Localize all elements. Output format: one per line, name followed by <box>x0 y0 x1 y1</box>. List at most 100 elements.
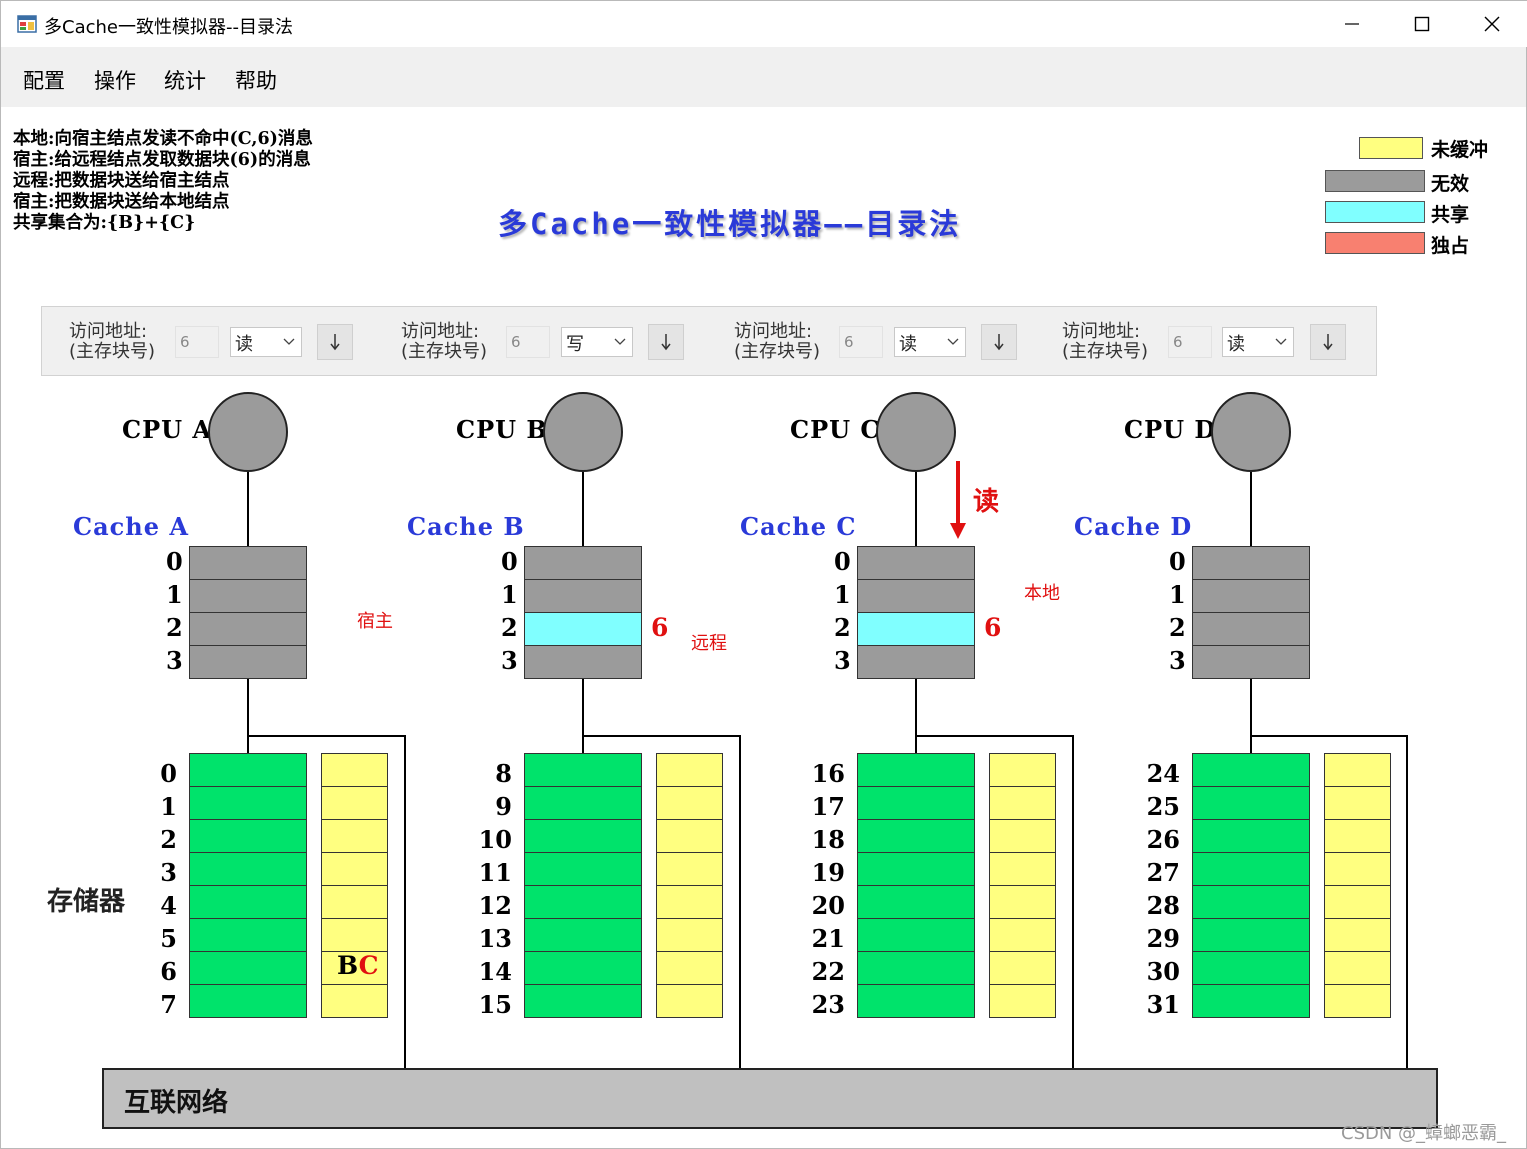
memory-block[interactable] <box>524 918 642 952</box>
memory-block[interactable] <box>524 786 642 820</box>
directory-entry[interactable] <box>321 852 388 886</box>
memory-block[interactable] <box>857 753 975 787</box>
memory-block[interactable] <box>857 786 975 820</box>
directory-entry[interactable] <box>1324 918 1391 952</box>
memory-block[interactable] <box>189 918 307 952</box>
directory-entry[interactable] <box>1324 951 1391 985</box>
directory-entry[interactable] <box>321 984 388 1018</box>
cache-line[interactable] <box>1192 612 1310 646</box>
memory-block[interactable] <box>189 819 307 853</box>
address-input-a[interactable]: 6 <box>175 326 219 358</box>
memory-block[interactable] <box>1192 786 1310 820</box>
memory-block[interactable] <box>524 819 642 853</box>
cache-line[interactable] <box>1192 579 1310 613</box>
directory-entry[interactable] <box>656 753 723 787</box>
menu-config[interactable]: 配置 <box>23 65 65 95</box>
directory-entry[interactable] <box>656 819 723 853</box>
directory-entry[interactable] <box>656 786 723 820</box>
cache-line[interactable] <box>1192 645 1310 679</box>
memory-block[interactable] <box>857 885 975 919</box>
address-input-b[interactable]: 6 <box>506 326 550 358</box>
cpu-node[interactable] <box>543 392 623 472</box>
menu-operate[interactable]: 操作 <box>94 65 136 95</box>
cache-line[interactable] <box>189 645 307 679</box>
cache-line[interactable] <box>524 579 642 613</box>
directory-entry[interactable] <box>656 852 723 886</box>
directory-entry[interactable] <box>989 918 1056 952</box>
address-input-d[interactable]: 6 <box>1168 326 1212 358</box>
directory-entry[interactable] <box>1324 984 1391 1018</box>
directory-entry[interactable] <box>1324 885 1391 919</box>
memory-block[interactable] <box>189 753 307 787</box>
memory-block[interactable] <box>189 885 307 919</box>
memory-block[interactable] <box>524 753 642 787</box>
memory-block[interactable] <box>857 951 975 985</box>
cache-line[interactable] <box>1192 546 1310 580</box>
cache-line[interactable] <box>857 546 975 580</box>
directory-entry[interactable] <box>989 951 1056 985</box>
directory-entry[interactable] <box>989 819 1056 853</box>
memory-block[interactable] <box>524 852 642 886</box>
operation-select-d[interactable]: 读 <box>1222 327 1294 357</box>
cache-line[interactable] <box>857 579 975 613</box>
execute-button-a[interactable] <box>317 324 353 360</box>
directory-entry[interactable] <box>656 885 723 919</box>
memory-block[interactable] <box>524 951 642 985</box>
memory-block[interactable] <box>1192 753 1310 787</box>
memory-block[interactable] <box>857 819 975 853</box>
directory-entry[interactable] <box>656 951 723 985</box>
directory-entry[interactable] <box>989 786 1056 820</box>
cache-line[interactable] <box>524 546 642 580</box>
directory-entry[interactable] <box>321 885 388 919</box>
cache-line[interactable] <box>857 645 975 679</box>
cache-line[interactable] <box>189 546 307 580</box>
cache-line[interactable] <box>857 612 975 646</box>
directory-entry[interactable] <box>321 918 388 952</box>
cache-line[interactable] <box>524 612 642 646</box>
directory-entry[interactable] <box>1324 786 1391 820</box>
memory-block[interactable] <box>1192 885 1310 919</box>
directory-entry[interactable] <box>1324 819 1391 853</box>
cpu-node[interactable] <box>876 392 956 472</box>
directory-entry[interactable] <box>989 984 1056 1018</box>
execute-button-b[interactable] <box>648 324 684 360</box>
memory-block[interactable] <box>189 951 307 985</box>
memory-block[interactable] <box>857 984 975 1018</box>
directory-entry[interactable] <box>1324 753 1391 787</box>
directory-entry[interactable] <box>656 918 723 952</box>
minimize-button[interactable] <box>1317 1 1387 47</box>
execute-button-c[interactable] <box>981 324 1017 360</box>
directory-entry[interactable] <box>989 753 1056 787</box>
memory-block[interactable] <box>1192 918 1310 952</box>
memory-block[interactable] <box>1192 819 1310 853</box>
cache-line[interactable] <box>524 645 642 679</box>
memory-block[interactable] <box>524 885 642 919</box>
memory-block[interactable] <box>189 984 307 1018</box>
cache-line[interactable] <box>189 612 307 646</box>
directory-entry[interactable] <box>989 852 1056 886</box>
directory-entry[interactable] <box>321 819 388 853</box>
memory-block[interactable] <box>1192 951 1310 985</box>
operation-select-c[interactable]: 读 <box>894 327 966 357</box>
memory-block[interactable] <box>524 984 642 1018</box>
cache-line[interactable] <box>189 579 307 613</box>
memory-block[interactable] <box>189 786 307 820</box>
cpu-node[interactable] <box>208 392 288 472</box>
directory-entry[interactable] <box>321 786 388 820</box>
menu-help[interactable]: 帮助 <box>235 65 277 95</box>
directory-entry[interactable] <box>656 984 723 1018</box>
memory-block[interactable] <box>1192 852 1310 886</box>
memory-block[interactable] <box>1192 984 1310 1018</box>
memory-block[interactable] <box>189 852 307 886</box>
directory-entry[interactable] <box>989 885 1056 919</box>
title-bar[interactable]: 多Cache一致性模拟器--目录法 <box>1 1 1527 47</box>
close-button[interactable] <box>1457 1 1527 47</box>
directory-entry[interactable] <box>1324 852 1391 886</box>
directory-entry[interactable] <box>321 753 388 787</box>
operation-select-b[interactable]: 写 <box>561 327 633 357</box>
operation-select-a[interactable]: 读 <box>230 327 302 357</box>
address-input-c[interactable]: 6 <box>839 326 883 358</box>
memory-block[interactable] <box>857 852 975 886</box>
maximize-button[interactable] <box>1387 1 1457 47</box>
menu-stats[interactable]: 统计 <box>164 65 206 95</box>
